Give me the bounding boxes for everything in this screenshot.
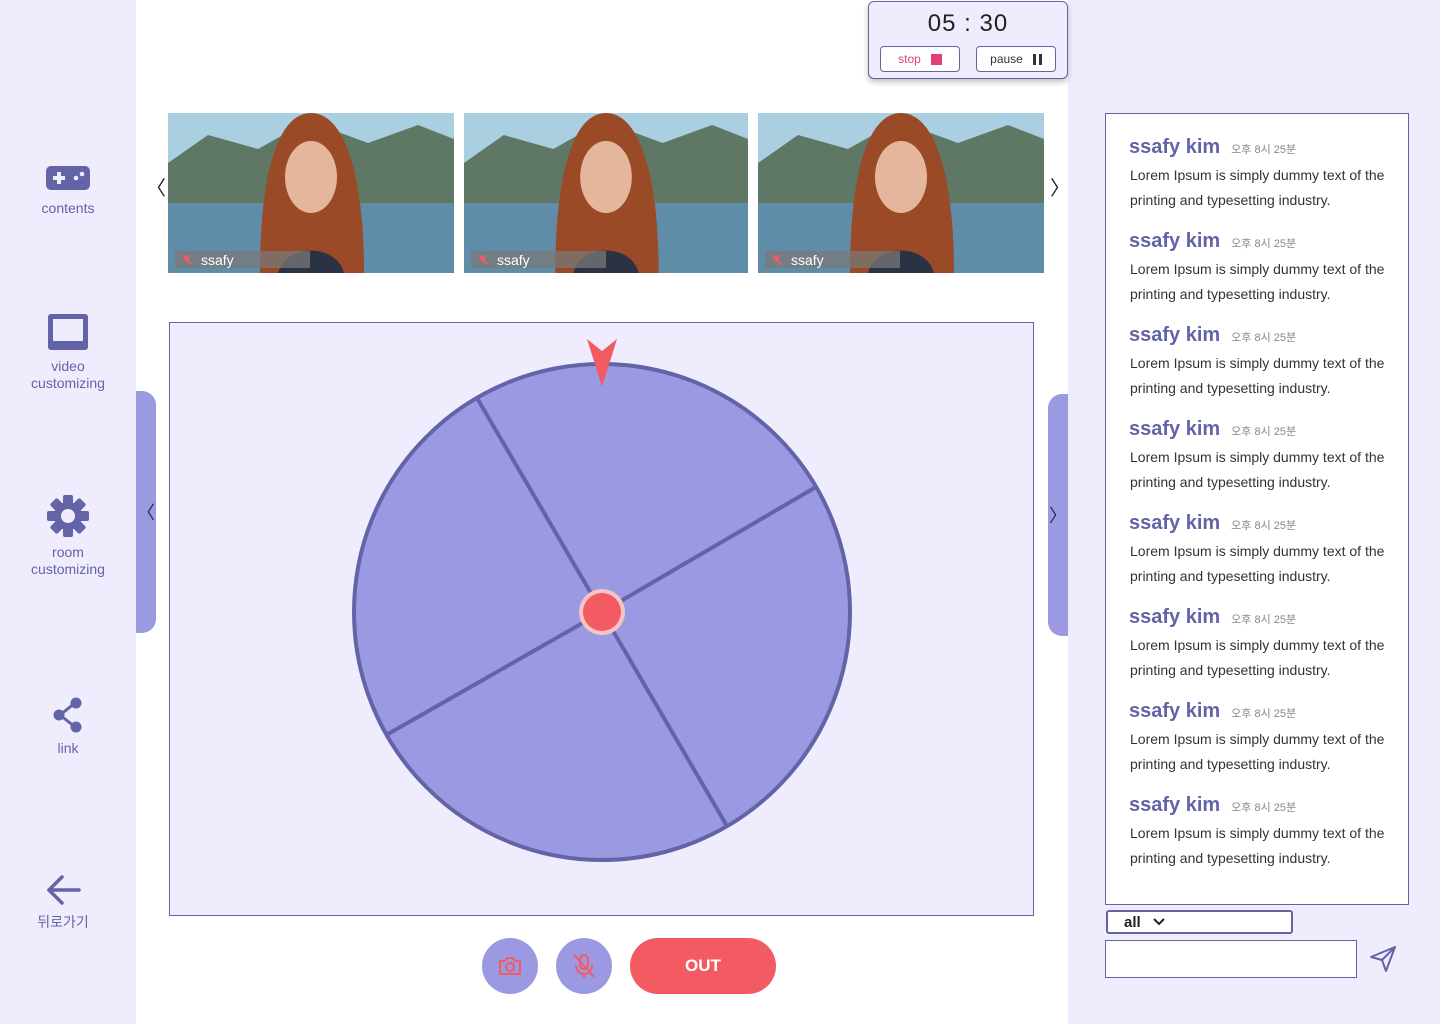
right-panel-toggle[interactable]: 〉 [1048,394,1068,636]
chat-message: ssafy kim 오후 8시 25분 Lorem Ipsum is simply… [1129,700,1399,777]
chat-username: ssafy kim [1129,324,1221,346]
chat-message: ssafy kim 오후 8시 25분 Lorem Ipsum is simply… [1129,324,1399,401]
sidebar-item-label: video customizing [31,358,105,391]
chat-text: Lorem Ipsum is simply dummy text of the … [1130,731,1385,772]
chat-text: Lorem Ipsum is simply dummy text of the … [1130,543,1385,584]
chat-username: ssafy kim [1129,606,1221,628]
video-prev-button[interactable]: 〈 [146,172,166,201]
chat-message: ssafy kim 오후 8시 25분 Lorem Ipsum is simply… [1129,512,1399,589]
pause-label: pause [990,52,1023,66]
mic-off-icon [771,253,783,266]
sidebar-item-label: room customizing [31,544,105,577]
participant-label: ssafy [765,251,900,268]
participant-video-image [168,113,454,273]
monitor-icon [48,314,88,350]
out-button[interactable]: OUT [630,938,776,994]
chat-message: ssafy kim 오후 8시 25분 Lorem Ipsum is simply… [1129,418,1399,495]
gamepad-icon [46,166,90,190]
arrow-left-icon [47,875,81,905]
chat-username: ssafy kim [1129,794,1221,816]
chat-timestamp: 오후 8시 25분 [1231,332,1297,344]
participant-name: ssafy [497,251,530,268]
stop-button[interactable]: stop [880,46,960,72]
chat-username: ssafy kim [1129,700,1221,722]
chat-username: ssafy kim [1129,512,1221,534]
roulette-wheel[interactable] [170,323,1033,915]
video-tile[interactable]: ssafy [464,113,748,273]
chat-username: ssafy kim [1129,230,1221,252]
chat-text: Lorem Ipsum is simply dummy text of the … [1130,449,1385,490]
chat-timestamp: 오후 8시 25분 [1231,802,1297,814]
sidebar-item-contents[interactable]: contents [0,160,136,217]
chat-panel[interactable]: ssafy kim 오후 8시 25분 Lorem Ipsum is simply… [1105,113,1409,905]
chat-message: ssafy kim 오후 8시 25분 Lorem Ipsum is simply… [1129,136,1399,213]
chat-message: ssafy kim 오후 8시 25분 Lorem Ipsum is simply… [1129,794,1399,871]
participant-label: ssafy [175,251,310,268]
chat-username: ssafy kim [1129,418,1221,440]
roulette-board [169,322,1034,916]
send-icon [1370,946,1396,972]
sidebar-item-label: 뒤로가기 [37,914,89,930]
chevron-down-icon [1152,918,1165,926]
mic-off-icon [477,253,489,266]
chat-text: Lorem Ipsum is simply dummy text of the … [1130,167,1385,208]
sidebar-item-room-customizing[interactable]: room customizing [0,494,136,578]
chat-scope-select[interactable]: all [1106,910,1293,934]
left-panel-toggle[interactable]: 〈 [136,391,156,633]
pause-icon [1032,53,1042,65]
stop-label: stop [898,52,921,66]
camera-button[interactable] [482,938,538,994]
chat-timestamp: 오후 8시 25분 [1231,144,1297,156]
timer-widget: 05 : 30 stop pause [868,1,1068,79]
participant-label: ssafy [471,251,606,268]
chat-timestamp: 오후 8시 25분 [1231,614,1297,626]
stop-icon [930,53,942,65]
left-sidebar: contents video customizing room customiz [0,0,136,1024]
participant-name: ssafy [201,251,234,268]
mic-off-icon [573,954,595,978]
participant-video-image [758,113,1044,273]
sidebar-item-back[interactable]: 뒤로가기 [0,872,126,931]
chat-username: ssafy kim [1129,136,1221,158]
video-next-button[interactable]: 〉 [1050,172,1070,201]
gear-icon [47,495,89,537]
chevron-left-icon: 〈 [137,503,155,523]
timer-display: 05 : 30 [927,10,1009,37]
chat-text: Lorem Ipsum is simply dummy text of the … [1130,825,1385,866]
pause-button[interactable]: pause [976,46,1056,72]
chat-message: ssafy kim 오후 8시 25분 Lorem Ipsum is simply… [1129,606,1399,683]
video-tile[interactable]: ssafy [758,113,1044,273]
chat-text: Lorem Ipsum is simply dummy text of the … [1130,261,1385,302]
chat-timestamp: 오후 8시 25분 [1231,426,1297,438]
send-button[interactable] [1366,942,1400,976]
chevron-right-icon: 〉 [1049,506,1067,526]
sidebar-item-video-customizing[interactable]: video customizing [0,312,136,392]
participant-video-image [464,113,748,273]
sidebar-item-label: contents [41,200,95,216]
video-tile[interactable]: ssafy [168,113,454,273]
chat-text: Lorem Ipsum is simply dummy text of the … [1130,355,1385,396]
chat-text: Lorem Ipsum is simply dummy text of the … [1130,637,1385,678]
sidebar-item-link[interactable]: link [0,696,136,757]
chat-scope-value: all [1124,913,1141,931]
chat-timestamp: 오후 8시 25분 [1231,520,1297,532]
chat-message: ssafy kim 오후 8시 25분 Lorem Ipsum is simply… [1129,230,1399,307]
share-icon [53,697,82,733]
mic-button[interactable] [556,938,612,994]
chat-timestamp: 오후 8시 25분 [1231,708,1297,720]
chat-input[interactable] [1105,940,1357,978]
chat-timestamp: 오후 8시 25분 [1231,238,1297,250]
sidebar-item-label: link [57,740,79,756]
mic-off-icon [181,253,193,266]
camera-icon [499,957,521,975]
participant-name: ssafy [791,251,824,268]
